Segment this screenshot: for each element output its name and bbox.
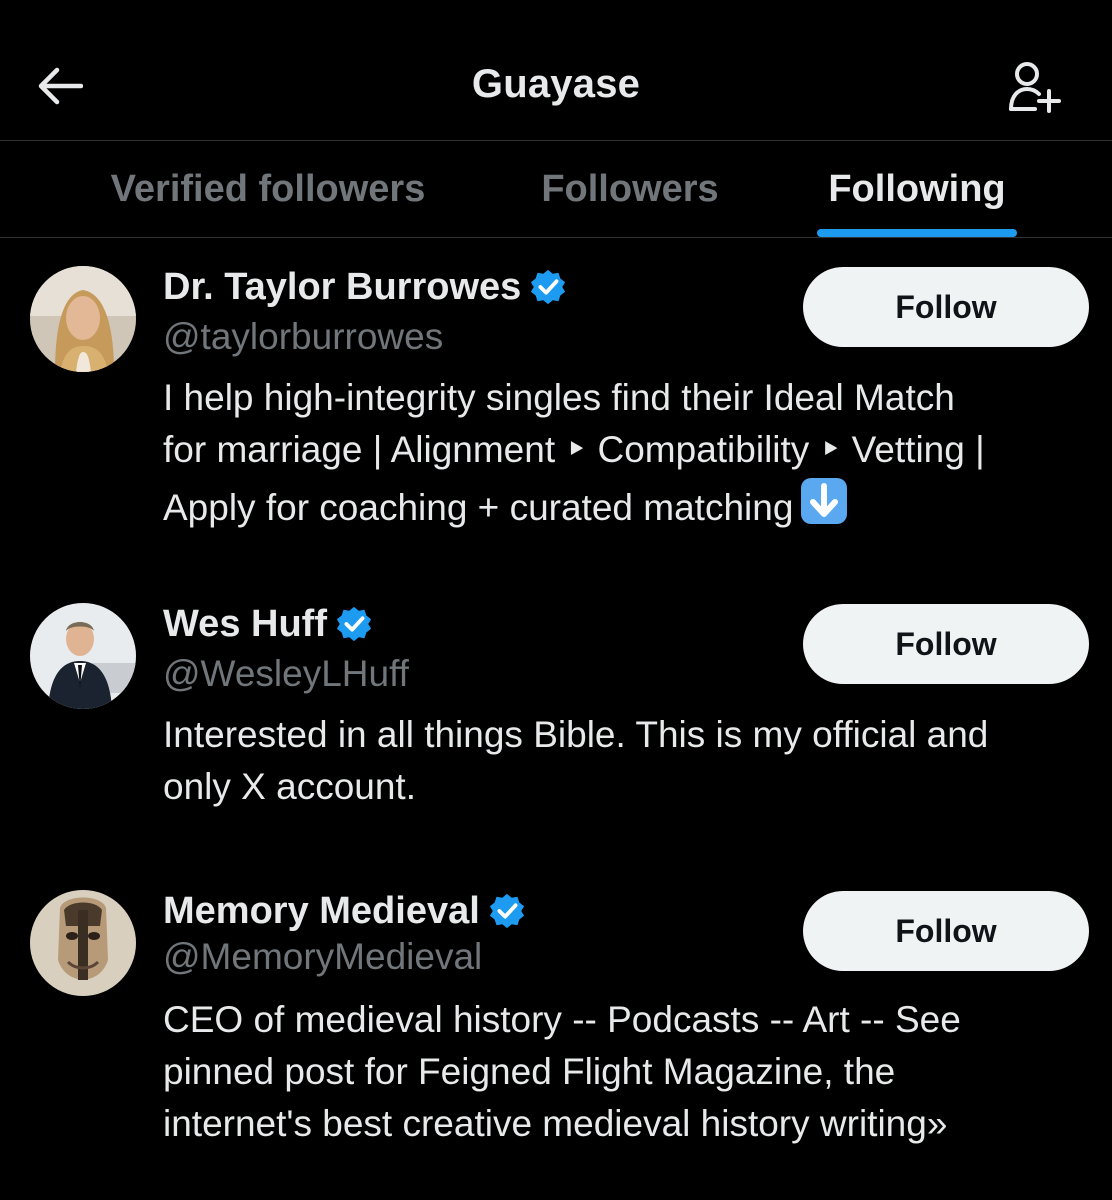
user-handle: @taylorburrowes <box>163 316 444 357</box>
bio-line: only X account. <box>163 766 416 807</box>
bio-line: internet's best creative medieval histor… <box>163 1103 948 1144</box>
display-name: Wes Huff <box>163 602 327 645</box>
person-add-icon <box>1009 62 1061 113</box>
user-row[interactable]: Dr. Taylor Burrowes @taylorburrowes I he… <box>0 238 1112 568</box>
avatar <box>30 890 136 996</box>
user-handle: @WesleyLHuff <box>163 653 409 694</box>
top-bar: Guayase <box>0 0 1112 140</box>
verified-badge-icon <box>488 891 528 931</box>
follow-button[interactable]: Follow <box>803 267 1089 347</box>
bio-line-text: Apply for coaching + curated matching <box>163 487 794 528</box>
display-name: Memory Medieval <box>163 889 480 932</box>
bio-line: for marriage | Alignment ‣ Compatibility… <box>163 429 985 470</box>
follow-button[interactable]: Follow <box>803 891 1089 971</box>
user-bio: I help high-integrity singles find their… <box>163 372 1083 540</box>
tab-following[interactable]: Following <box>800 141 1034 237</box>
add-user-button[interactable] <box>1000 52 1070 122</box>
bio-line: I help high-integrity singles find their… <box>163 377 955 418</box>
user-handle: @MemoryMedieval <box>163 936 483 977</box>
user-row[interactable]: Memory Medieval @MemoryMedieval CEO of m… <box>0 862 1112 1192</box>
verified-badge-icon <box>335 604 375 644</box>
bio-line: pinned post for Feigned Flight Magazine,… <box>163 1051 896 1092</box>
name-line: Memory Medieval <box>163 886 528 936</box>
bio-line: Interested in all things Bible. This is … <box>163 714 989 755</box>
user-bio: Interested in all things Bible. This is … <box>163 709 1083 813</box>
tab-bar: Verified followers Followers Following <box>0 141 1112 237</box>
page-title: Guayase <box>471 62 641 106</box>
avatar <box>30 266 136 372</box>
display-name: Dr. Taylor Burrowes <box>163 265 522 308</box>
bio-line-last: Apply for coaching + curated matching <box>163 476 1083 540</box>
avatar <box>30 603 136 709</box>
tab-verified-followers[interactable]: Verified followers <box>88 141 448 237</box>
tab-followers[interactable]: Followers <box>520 141 740 237</box>
down-arrow-emoji-icon <box>799 476 849 540</box>
active-tab-indicator <box>817 229 1017 237</box>
verified-badge-icon <box>529 267 569 307</box>
user-bio: CEO of medieval history -- Podcasts -- A… <box>163 994 1083 1150</box>
name-line: Wes Huff <box>163 599 375 649</box>
follow-button[interactable]: Follow <box>803 604 1089 684</box>
bio-line: CEO of medieval history -- Podcasts -- A… <box>163 999 961 1040</box>
user-row[interactable]: Wes Huff @WesleyLHuff Interested in all … <box>0 575 1112 835</box>
name-line: Dr. Taylor Burrowes <box>163 262 569 312</box>
following-screen: Guayase Verified followers Followers Fol… <box>0 0 1112 1200</box>
